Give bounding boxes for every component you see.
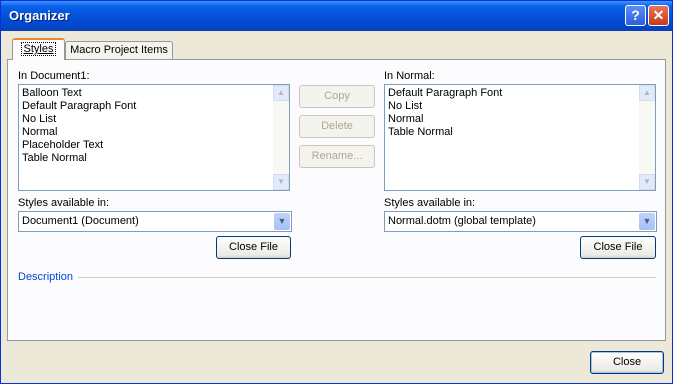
- tab-macro-project-items[interactable]: Macro Project Items: [65, 41, 173, 59]
- right-items: Default Paragraph Font No List Normal Ta…: [388, 87, 502, 139]
- left-scrollbar[interactable]: ▲ ▼: [273, 85, 289, 190]
- delete-button[interactable]: Delete: [299, 115, 375, 138]
- description-label: Description: [18, 271, 74, 283]
- list-item[interactable]: Normal: [388, 113, 502, 126]
- right-scrollbar[interactable]: ▲ ▼: [639, 85, 655, 190]
- list-item[interactable]: Default Paragraph Font: [22, 100, 136, 113]
- list-item[interactable]: Normal: [22, 126, 136, 139]
- list-item[interactable]: Table Normal: [22, 152, 136, 165]
- list-item[interactable]: Table Normal: [388, 126, 502, 139]
- delete-label: Delete: [321, 120, 353, 132]
- left-close-file-label: Close File: [229, 241, 278, 253]
- right-close-file-label: Close File: [593, 241, 643, 253]
- left-close-file-button[interactable]: Close File: [216, 236, 291, 259]
- close-button-label: Close: [612, 356, 642, 368]
- left-available-value: Document1 (Document): [22, 215, 139, 227]
- help-icon: ?: [631, 7, 640, 23]
- tab-styles-label: Styles: [20, 42, 57, 56]
- chevron-down-icon[interactable]: ▼: [274, 213, 290, 230]
- close-icon: ✕: [652, 7, 665, 23]
- right-available-select[interactable]: Normal.dotm (global template) ▼: [384, 211, 657, 232]
- list-item[interactable]: Default Paragraph Font: [388, 87, 502, 100]
- scroll-down-icon[interactable]: ▼: [639, 174, 655, 190]
- right-close-file-button[interactable]: Close File: [580, 236, 656, 259]
- scroll-down-icon[interactable]: ▼: [273, 174, 289, 190]
- left-available-label: Styles available in:: [18, 197, 110, 209]
- title-bar: Organizer ? ✕: [1, 1, 672, 31]
- help-button[interactable]: ?: [625, 5, 646, 26]
- left-styles-list[interactable]: Balloon Text Default Paragraph Font No L…: [18, 84, 290, 191]
- rename-label: Rename...: [311, 150, 363, 162]
- copy-label: Copy: [324, 90, 350, 102]
- chevron-down-icon[interactable]: ▼: [639, 213, 655, 230]
- scroll-up-icon[interactable]: ▲: [273, 85, 289, 101]
- tab-styles[interactable]: Styles: [12, 38, 65, 60]
- styles-tab-panel: In Document1: Balloon Text Default Parag…: [7, 59, 666, 341]
- copy-button[interactable]: Copy: [299, 85, 375, 108]
- left-available-select[interactable]: Document1 (Document) ▼: [18, 211, 292, 232]
- tab-macro-label: Macro Project Items: [70, 44, 168, 56]
- list-item[interactable]: Placeholder Text: [22, 139, 136, 152]
- window-close-button[interactable]: ✕: [648, 5, 669, 26]
- description-divider: [78, 277, 656, 278]
- list-item[interactable]: Balloon Text: [22, 87, 136, 100]
- right-styles-list[interactable]: Default Paragraph Font No List Normal Ta…: [384, 84, 656, 191]
- list-item[interactable]: No List: [388, 100, 502, 113]
- left-items: Balloon Text Default Paragraph Font No L…: [22, 87, 136, 165]
- right-available-label: Styles available in:: [384, 197, 476, 209]
- left-list-label: In Document1:: [18, 70, 90, 82]
- organizer-dialog: Organizer ? ✕ Styles Macro Project Items…: [0, 0, 673, 384]
- right-list-label: In Normal:: [384, 70, 435, 82]
- close-button[interactable]: Close: [590, 351, 664, 374]
- list-item[interactable]: No List: [22, 113, 136, 126]
- window-title: Organizer: [9, 8, 70, 23]
- rename-button[interactable]: Rename...: [299, 145, 375, 168]
- right-available-value: Normal.dotm (global template): [388, 215, 536, 227]
- scroll-up-icon[interactable]: ▲: [639, 85, 655, 101]
